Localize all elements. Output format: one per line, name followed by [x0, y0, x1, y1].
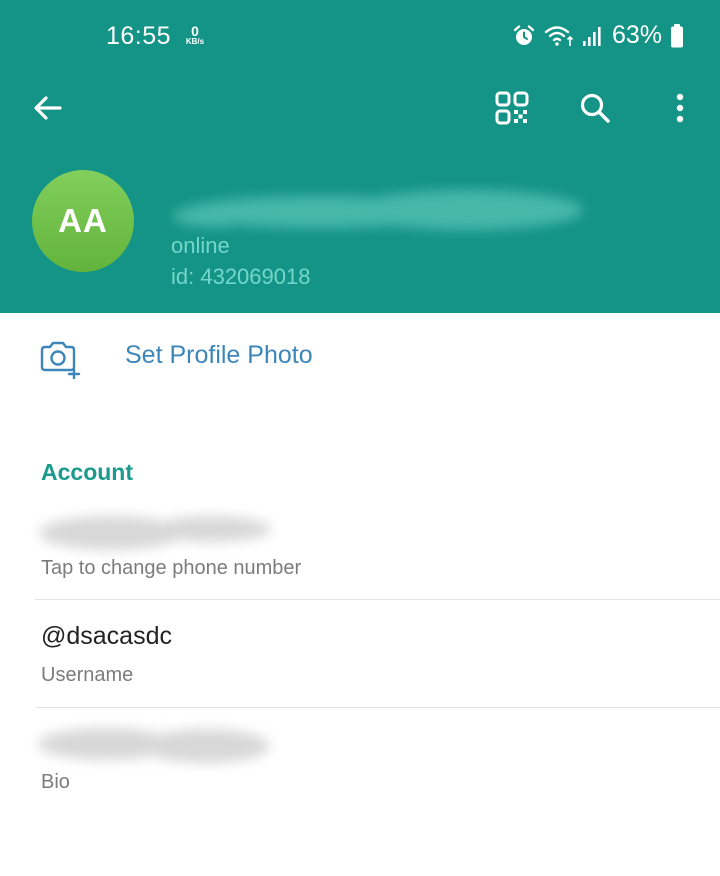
account-section-title: Account	[41, 459, 133, 485]
net-speed-indicator: 0 KB/s	[180, 24, 210, 46]
phone-number-row[interactable]: Tap to change phone number	[0, 500, 720, 599]
status-bar: 16:55 0 KB/s 63%	[0, 0, 720, 72]
camera-plus-icon	[38, 339, 82, 384]
phone-hint: Tap to change phone number	[41, 557, 302, 579]
username-row[interactable]: @dsacasdc Username	[0, 600, 720, 707]
qr-code-icon	[494, 90, 530, 131]
net-speed-value: 0	[191, 23, 199, 39]
more-options-button[interactable]	[654, 84, 706, 136]
back-button[interactable]	[22, 84, 74, 136]
back-arrow-icon	[32, 92, 64, 129]
signal-icon	[582, 24, 602, 48]
battery-percent: 63%	[611, 21, 662, 49]
search-icon	[578, 91, 612, 130]
set-profile-photo-label: Set Profile Photo	[125, 341, 313, 369]
username-value: @dsacasdc	[41, 622, 172, 650]
profile-name-redacted	[173, 190, 583, 230]
bio-label: Bio	[41, 771, 70, 793]
qr-code-button[interactable]	[486, 84, 538, 136]
bio-row[interactable]: Bio	[0, 708, 720, 808]
phone-number-redacted	[39, 516, 271, 550]
user-id: id: 432069018	[171, 264, 311, 289]
alarm-icon	[512, 24, 536, 48]
wifi-icon	[544, 24, 574, 48]
status-icons: 63%	[512, 21, 684, 50]
avatar[interactable]: AA	[32, 170, 134, 272]
net-speed-unit: KB/s	[185, 37, 205, 46]
profile-header: 16:55 0 KB/s 63% AA online id: 432069018	[0, 0, 720, 313]
online-status: online	[171, 233, 230, 258]
more-vert-icon	[675, 92, 685, 129]
battery-icon	[670, 23, 684, 49]
avatar-initials: AA	[58, 202, 108, 239]
set-profile-photo-button[interactable]: Set Profile Photo	[0, 313, 720, 401]
username-label: Username	[41, 664, 134, 686]
status-time: 16:55	[106, 22, 172, 50]
bio-redacted	[38, 728, 270, 763]
search-button[interactable]	[569, 84, 621, 136]
